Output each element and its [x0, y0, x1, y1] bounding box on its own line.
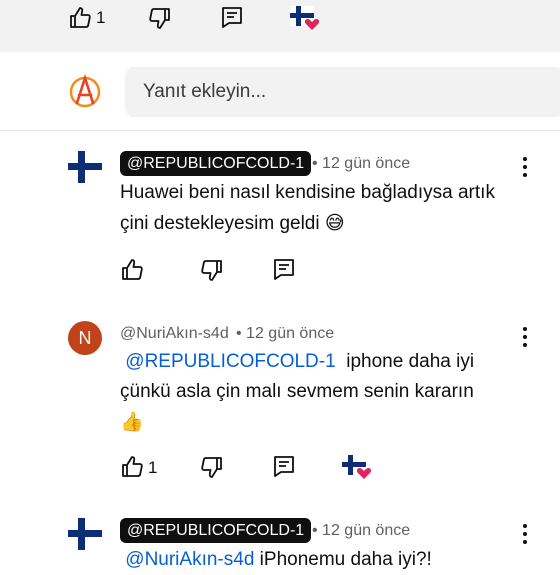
thumbs-down-icon [149, 8, 170, 29]
emoji: 😅 [324, 212, 345, 234]
reply-input[interactable]: Yanıt ekleyin... [125, 67, 560, 117]
finland-flag-heart-icon [342, 455, 372, 479]
comment-text-line-2: çini destekleyesim geldi 😅 [120, 208, 530, 239]
comment-text-line: çünkü asla çin malı sevmem senin kararın [120, 381, 474, 402]
comment-reply-button[interactable] [272, 454, 296, 478]
comment-text-line-1: @REPUBLICOFCOLD-1 iphone daha iyi [120, 347, 530, 377]
comment-icon [222, 7, 242, 28]
creator-heart-badge [288, 4, 320, 32]
comment-avatar-finland-flag[interactable] [68, 518, 102, 550]
comment-text-line: Huawei beni nasıl kendisine bağladıysa a… [120, 182, 495, 203]
comment-text-line: iphone daha iyi [346, 351, 475, 372]
finland-flag-icon [68, 518, 102, 550]
mention-link[interactable]: @REPUBLICOFCOLD-1 [125, 351, 335, 372]
comment-author-chip[interactable]: @REPUBLICOFCOLD-1 [120, 518, 312, 543]
comment-timestamp[interactable]: • 12 gün önce [312, 155, 410, 173]
comment-text: Huawei beni nasıl kendisine bağladıysa a… [120, 178, 530, 239]
finland-flag-heart-icon [290, 6, 320, 30]
comment-dislike-button[interactable] [200, 258, 224, 282]
comment-reply-button[interactable] [272, 257, 296, 281]
user-avatar [68, 73, 102, 111]
comment-dislike-button[interactable] [200, 455, 224, 479]
comment-like-button[interactable] [120, 455, 144, 479]
thumbs-up-icon [70, 7, 91, 28]
comment-timestamp[interactable]: • 12 gün önce [312, 522, 410, 540]
comment-like-button[interactable] [120, 258, 144, 282]
thumbs-up-icon [122, 456, 143, 477]
comment-avatar[interactable]: N [68, 321, 102, 355]
creator-heart-badge [340, 453, 372, 481]
comment-text-line-1: @NuriAkın-s4d iPhonemu daha iyi?! [120, 545, 530, 575]
comment-icon [274, 456, 294, 477]
thumbs-down-icon [201, 457, 222, 478]
emoji: 👍 [120, 411, 144, 433]
like-button[interactable] [68, 6, 92, 30]
reply-button[interactable] [220, 5, 244, 29]
comment-text: @NuriAkın-s4d iPhonemu daha iyi?! [120, 545, 530, 575]
finland-flag-icon [68, 151, 102, 183]
divider [0, 130, 560, 131]
comment-text: @REPUBLICOFCOLD-1 iphone daha iyi çünkü … [120, 347, 530, 437]
comment-text-line: çini destekleyesim geldi [120, 213, 320, 234]
comment-avatar-finland-flag[interactable] [68, 151, 102, 183]
comment-icon [274, 259, 294, 280]
atheism-logo-icon [69, 73, 101, 108]
thumbs-up-icon [122, 259, 143, 280]
like-count: 1 [96, 8, 106, 27]
dislike-button[interactable] [148, 6, 172, 30]
thumbs-down-icon [201, 260, 222, 281]
like-count: 1 [148, 458, 158, 477]
comment-author[interactable]: @NuriAkın-s4d [120, 325, 229, 343]
comment-author-chip[interactable]: @REPUBLICOFCOLD-1 [120, 151, 312, 176]
comment-timestamp[interactable]: • 12 gün önce [236, 325, 334, 343]
